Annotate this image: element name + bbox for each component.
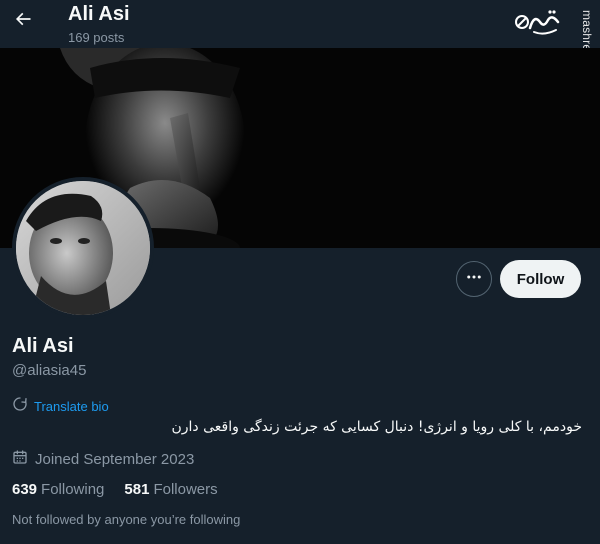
followers-count: 581 [124, 481, 150, 498]
follow-button[interactable]: Follow [500, 260, 581, 298]
watermark-logo [514, 6, 562, 40]
follow-stats: 639 Following 581 Followers [12, 481, 238, 498]
translate-icon [12, 396, 28, 417]
avatar[interactable] [12, 177, 154, 319]
back-button[interactable] [6, 4, 40, 38]
header-title-block: Ali Asi 169 posts [68, 2, 130, 47]
handle: @aliasia45 [12, 362, 87, 379]
joined-label: Joined September 2023 [35, 451, 195, 468]
bio-text: خودمم، با کلی رویا و انرژی! دنبال کسایی … [171, 419, 582, 435]
joined-date: Joined September 2023 [12, 449, 194, 470]
more-dots-icon [465, 268, 483, 291]
following-count: 639 [12, 481, 38, 498]
header-post-count: 169 posts [68, 30, 125, 45]
profile-header: Ali Asi 169 posts [0, 0, 600, 48]
arrow-left-icon [13, 9, 33, 34]
calendar-icon [12, 449, 28, 470]
translate-bio-label: Translate bio [34, 399, 109, 414]
following-label: Following [41, 481, 105, 498]
display-name: Ali Asi [12, 335, 74, 357]
followers-label: Followers [153, 481, 218, 498]
header-name: Ali Asi [68, 3, 130, 25]
avatar-image [16, 181, 150, 315]
translate-bio-link[interactable]: Translate bio [12, 396, 109, 417]
not-followed-note: Not followed by anyone you’re following [12, 512, 241, 527]
more-options-button[interactable] [456, 261, 492, 297]
followers-link[interactable]: 581 Followers [124, 481, 217, 498]
following-link[interactable]: 639 Following [12, 481, 104, 498]
